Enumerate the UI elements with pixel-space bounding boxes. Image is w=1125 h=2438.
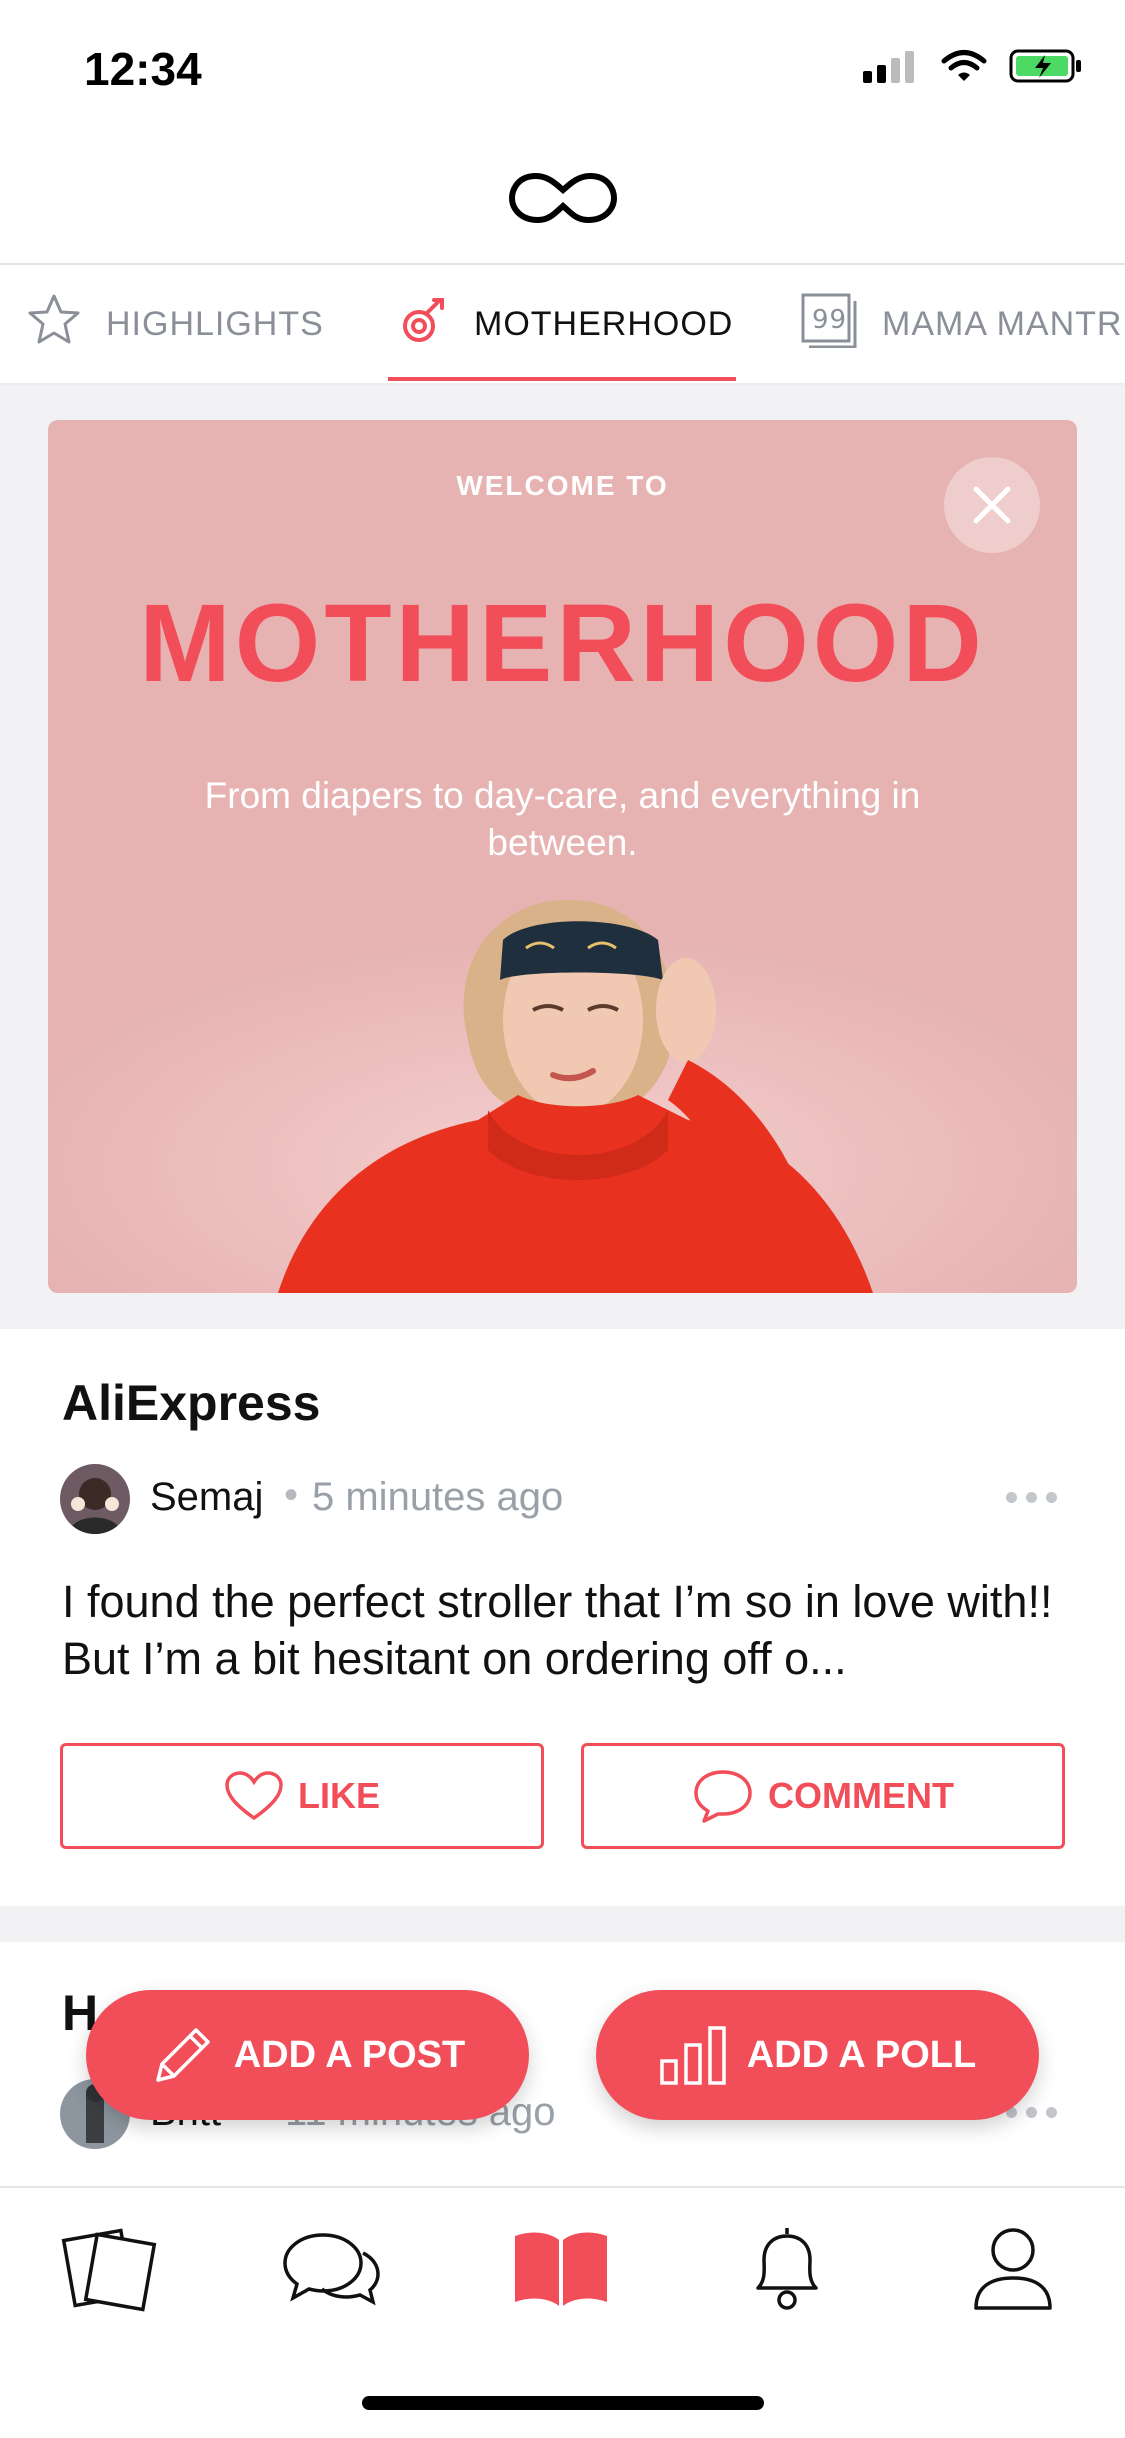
nav-feed[interactable]	[56, 2218, 166, 2318]
quote-icon: 99	[800, 292, 858, 357]
battery-icon	[1009, 48, 1083, 89]
avatar[interactable]	[60, 1464, 130, 1534]
poll-icon	[660, 2026, 726, 2085]
post-body[interactable]: I found the perfect stroller that I’m so…	[62, 1573, 1062, 1687]
app-logo-icon	[508, 168, 618, 233]
nav-topics[interactable]	[506, 2218, 616, 2318]
nav-profile[interactable]	[958, 2218, 1068, 2318]
more-options-icon[interactable]	[1006, 2107, 1066, 2121]
chat-icon	[283, 2233, 380, 2306]
banner-subtitle: From diapers to day-care, and everything…	[204, 775, 921, 863]
nav-chat[interactable]	[276, 2218, 386, 2318]
tab-label: MAMA MANTR	[882, 304, 1123, 343]
banner-welcome: WELCOME TO	[456, 470, 669, 501]
banner-photo	[48, 870, 1077, 1293]
tab-mama-mantras[interactable]: 99 MAMA MANTR	[800, 265, 1122, 383]
status-time: 12:34	[84, 43, 202, 95]
book-icon	[515, 2232, 607, 2306]
close-icon	[973, 486, 1011, 524]
tab-highlights[interactable]: HIGHLIGHTS	[26, 265, 324, 383]
tab-label: MOTHERHOOD	[474, 304, 734, 343]
post-time: 5 minutes ago	[312, 1475, 564, 1519]
signal-icon	[863, 49, 919, 88]
separator-dot: •	[284, 1473, 299, 1517]
add-post-label: ADD A POST	[233, 2033, 466, 2076]
add-post-button[interactable]: ADD A POST	[86, 1990, 529, 2120]
post-author[interactable]: Semaj	[150, 1475, 263, 1520]
nav-notifications[interactable]	[732, 2218, 842, 2318]
svg-text:99: 99	[812, 305, 847, 335]
comment-label: COMMENT	[768, 1775, 954, 1816]
active-tab-indicator	[388, 377, 736, 381]
pencil-icon	[155, 2028, 210, 2082]
tab-label: HIGHLIGHTS	[106, 304, 324, 343]
post-card[interactable]: AliExpress Semaj • 5 minutes ago I found…	[0, 1329, 1125, 1906]
add-poll-button[interactable]: ADD A POLL	[596, 1990, 1039, 2120]
like-label: LIKE	[297, 1775, 380, 1816]
category-tabs: HIGHLIGHTS MOTHERHOOD 99 MAMA MANTR	[0, 265, 1125, 385]
wifi-icon	[941, 49, 987, 88]
motherhood-icon	[398, 294, 450, 355]
status-icons	[863, 48, 1083, 89]
like-button[interactable]: LIKE	[60, 1743, 544, 1849]
feed-icon	[61, 2228, 157, 2312]
comment-icon	[694, 1770, 752, 1823]
home-indicator	[362, 2396, 764, 2410]
heart-icon	[225, 1771, 283, 1821]
tab-motherhood[interactable]: MOTHERHOOD	[398, 265, 733, 383]
post-title: AliExpress	[62, 1375, 321, 1431]
comment-button[interactable]: COMMENT	[581, 1743, 1065, 1849]
close-banner-button[interactable]	[944, 457, 1040, 553]
bell-icon	[756, 2228, 818, 2310]
add-poll-label: ADD A POLL	[746, 2033, 977, 2076]
star-icon	[26, 293, 82, 356]
more-options-icon[interactable]	[1006, 1492, 1066, 1506]
banner-title: MOTHERHOOD	[139, 582, 986, 705]
welcome-banner: WELCOME TO MOTHERHOOD From diapers to da…	[48, 420, 1077, 1293]
top-bar: 12:34	[0, 0, 1125, 265]
profile-icon	[974, 2228, 1052, 2310]
